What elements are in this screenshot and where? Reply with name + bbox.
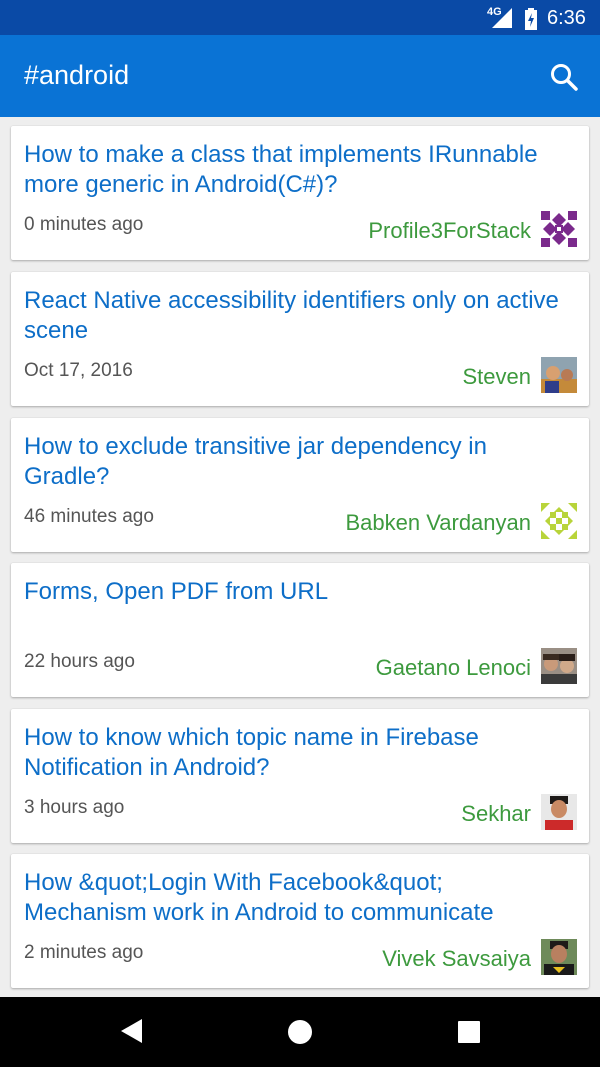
page-title: #android [24,60,130,90]
identicon-avatar[interactable] [541,503,577,539]
status-bar: 4G 6:36 [0,0,600,35]
question-card[interactable]: Forms, Open PDF from URL 22 hours ago Ga… [11,563,589,697]
question-card[interactable]: How to know which topic name in Firebase… [11,709,589,843]
battery-charging-icon [525,8,537,30]
photo-avatar[interactable] [541,939,577,975]
search-icon[interactable] [548,61,580,93]
author-name[interactable]: Sekhar [461,801,531,827]
recents-icon[interactable] [457,1020,481,1044]
identicon-avatar[interactable] [541,211,577,247]
photo-avatar[interactable] [541,357,577,393]
question-time: 2 minutes ago [24,942,144,963]
question-card[interactable]: How to make a class that implements IRun… [11,126,589,260]
home-icon[interactable] [286,1018,314,1046]
question-title[interactable]: How to know which topic name in Firebase… [24,723,564,783]
photo-avatar[interactable] [541,648,577,684]
question-card[interactable]: React Native accessibility identifiers o… [11,272,589,406]
question-title[interactable]: Forms, Open PDF from URL [24,577,564,607]
back-icon[interactable] [118,1017,144,1045]
question-time: 0 minutes ago [24,214,144,235]
author-name[interactable]: Profile3ForStack [368,218,531,244]
signal-icon [492,8,512,28]
question-time: 3 hours ago [24,797,125,818]
system-nav-bar [0,997,600,1067]
question-title[interactable]: React Native accessibility identifiers o… [24,286,564,346]
clock: 6:36 [547,7,586,29]
author-name[interactable]: Gaetano Lenoci [376,655,531,681]
question-title[interactable]: How to exclude transitive jar dependency… [24,432,564,492]
question-time: 22 hours ago [24,651,135,672]
question-title[interactable]: How to make a class that implements IRun… [24,140,564,200]
author-name[interactable]: Steven [463,364,532,390]
question-card[interactable]: How &quot;Login With Facebook&quot; Mech… [11,854,589,988]
app-bar: #android [0,35,600,117]
author-name[interactable]: Babken Vardanyan [345,510,531,536]
question-title[interactable]: How &quot;Login With Facebook&quot; Mech… [24,868,564,928]
photo-avatar[interactable] [541,794,577,830]
question-time: 46 minutes ago [24,506,154,527]
author-name[interactable]: Vivek Savsaiya [382,946,531,972]
question-time: Oct 17, 2016 [24,360,133,381]
question-card[interactable]: How to exclude transitive jar dependency… [11,418,589,552]
